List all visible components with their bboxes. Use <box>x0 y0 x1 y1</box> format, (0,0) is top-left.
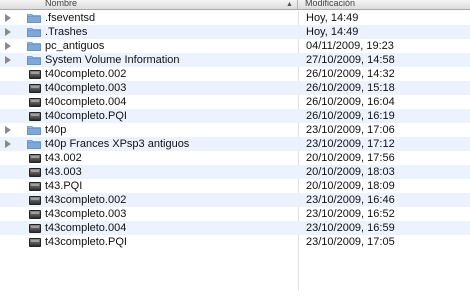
list-item[interactable]: .Trashes Hoy, 14:49 <box>0 25 470 39</box>
list-item[interactable]: t40p 23/10/2009, 17:06 <box>0 123 470 137</box>
disclosure-triangle-icon[interactable] <box>5 42 11 50</box>
item-name: t43.003 <box>45 166 82 178</box>
list-item[interactable]: t43completo.PQI 23/10/2009, 17:05 <box>0 235 470 249</box>
item-modified-date: Hoy, 14:49 <box>306 12 359 24</box>
column-header-bar: Nombre ▲ Modificación <box>0 0 470 10</box>
folder-icon <box>27 41 41 51</box>
file-icon <box>29 84 41 93</box>
item-modified-date: 23/10/2009, 16:59 <box>306 222 395 234</box>
item-name: t43.002 <box>45 152 82 164</box>
file-icon <box>29 196 41 205</box>
item-modified-date: 23/10/2009, 16:46 <box>306 194 395 206</box>
disclosure-triangle-icon[interactable] <box>5 56 11 64</box>
sort-ascending-icon: ▲ <box>286 1 293 8</box>
list-item[interactable]: .fseventsd Hoy, 14:49 <box>0 11 470 25</box>
list-item[interactable]: t40completo.004 26/10/2009, 16:04 <box>0 95 470 109</box>
item-modified-date: 23/10/2009, 17:12 <box>306 138 395 150</box>
item-name: t40completo.003 <box>45 82 127 94</box>
list-item[interactable]: t43.PQI 20/10/2009, 18:09 <box>0 179 470 193</box>
item-name: .fseventsd <box>45 12 96 24</box>
list-item[interactable]: System Volume Information 27/10/2009, 14:… <box>0 53 470 67</box>
list-item[interactable]: t40completo.002 26/10/2009, 14:32 <box>0 67 470 81</box>
item-name: t40completo.002 <box>45 68 127 80</box>
item-modified-date: 23/10/2009, 17:05 <box>306 236 395 248</box>
disclosure-triangle-icon[interactable] <box>5 14 11 22</box>
list-item[interactable]: t43.003 20/10/2009, 18:03 <box>0 165 470 179</box>
list-item[interactable]: t43completo.003 23/10/2009, 16:52 <box>0 207 470 221</box>
list-item[interactable]: t40completo.003 26/10/2009, 15:18 <box>0 81 470 95</box>
file-icon <box>29 98 41 107</box>
list-item[interactable]: t40p Frances XPsp3 antiguos 23/10/2009, 1… <box>0 137 470 151</box>
file-icon <box>29 168 41 177</box>
file-icon <box>29 70 41 79</box>
column-header-name[interactable]: Nombre ▲ <box>0 0 298 9</box>
file-icon <box>29 210 41 219</box>
list-item[interactable]: t43.002 20/10/2009, 17:56 <box>0 151 470 165</box>
item-name: t43completo.002 <box>45 194 127 206</box>
item-modified-date: 20/10/2009, 18:03 <box>306 166 395 178</box>
item-name: t43completo.004 <box>45 222 127 234</box>
item-name: pc_antiguos <box>45 40 105 52</box>
item-modified-date: 26/10/2009, 14:32 <box>306 68 395 80</box>
item-modified-date: 26/10/2009, 16:19 <box>306 110 395 122</box>
folder-icon <box>27 139 41 149</box>
disclosure-triangle-icon[interactable] <box>5 126 11 134</box>
file-icon <box>29 224 41 233</box>
folder-icon <box>27 13 41 23</box>
file-icon <box>29 154 41 163</box>
item-name: t43.PQI <box>45 180 83 192</box>
item-name: t43completo.003 <box>45 208 127 220</box>
item-name: t40completo.PQI <box>45 110 127 122</box>
disclosure-triangle-icon[interactable] <box>5 28 11 36</box>
item-modified-date: 26/10/2009, 15:18 <box>306 82 395 94</box>
file-icon <box>29 112 41 121</box>
folder-icon <box>27 27 41 37</box>
item-modified-date: 26/10/2009, 16:04 <box>306 96 395 108</box>
item-modified-date: 23/10/2009, 16:52 <box>306 208 395 220</box>
column-header-modified[interactable]: Modificación <box>298 0 470 9</box>
item-name: t40p <box>45 124 67 136</box>
item-modified-date: Hoy, 14:49 <box>306 26 359 38</box>
file-list: .fseventsd Hoy, 14:49 .Trashes Hoy, 14:49 pc… <box>0 11 470 249</box>
item-name: t43completo.PQI <box>45 236 127 248</box>
folder-icon <box>27 55 41 65</box>
finder-list-view: Nombre ▲ Modificación .fseventsd Hoy, 14:… <box>0 0 470 305</box>
item-modified-date: 23/10/2009, 17:06 <box>306 124 395 136</box>
list-item[interactable]: t43completo.004 23/10/2009, 16:59 <box>0 221 470 235</box>
item-modified-date: 04/11/2009, 19:23 <box>306 40 394 52</box>
item-name: t40completo.004 <box>45 96 127 108</box>
column-header-modified-label: Modificación <box>305 0 356 8</box>
item-modified-date: 27/10/2009, 14:58 <box>306 54 395 66</box>
item-modified-date: 20/10/2009, 17:56 <box>306 152 395 164</box>
list-item[interactable]: t40completo.PQI 26/10/2009, 16:19 <box>0 109 470 123</box>
file-icon <box>29 238 41 247</box>
list-item[interactable]: pc_antiguos 04/11/2009, 19:23 <box>0 39 470 53</box>
disclosure-triangle-icon[interactable] <box>5 140 11 148</box>
item-name: System Volume Information <box>45 54 180 66</box>
item-name: t40p Frances XPsp3 antiguos <box>45 138 190 150</box>
folder-icon <box>27 125 41 135</box>
list-item[interactable]: t43completo.002 23/10/2009, 16:46 <box>0 193 470 207</box>
column-header-name-label: Nombre <box>45 0 78 8</box>
file-icon <box>29 182 41 191</box>
item-name: .Trashes <box>45 26 88 38</box>
item-modified-date: 20/10/2009, 18:09 <box>306 180 395 192</box>
